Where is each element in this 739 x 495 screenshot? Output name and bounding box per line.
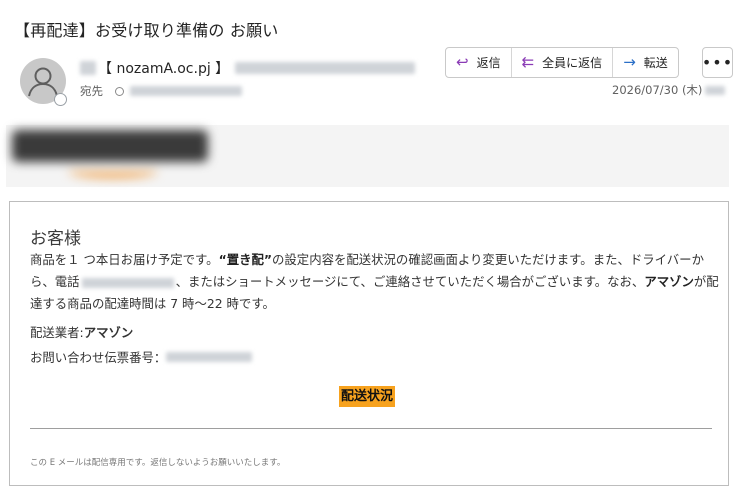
recipient-status-icon	[115, 86, 124, 96]
more-options-button[interactable]: •••	[702, 47, 733, 78]
sender-redacted-address	[235, 62, 416, 74]
recipient-label: 宛先	[80, 84, 103, 98]
recipient-line: 宛先	[80, 83, 242, 99]
sender-line[interactable]: 【 nozamA.oc.pj 】	[80, 58, 416, 78]
reply-all-label: 全員に返信	[542, 56, 603, 70]
presence-status-icon	[54, 93, 67, 106]
time-redacted	[705, 85, 726, 95]
para-text-3: 、またはショートメッセージにて、ご連絡させていただく場合がございます。なお、	[175, 274, 645, 289]
footer-note: この E メールは配信専用です。返信しないようお願いいたします。	[30, 458, 286, 468]
reply-all-icon: ⇇	[521, 53, 535, 71]
para-text-1: 商品を１ つ本日お届け予定です。	[30, 252, 219, 267]
carrier-value: アマゾン	[83, 325, 134, 340]
reply-all-button[interactable]: ⇇ 全員に返信	[512, 48, 614, 77]
sender-redacted-prefix	[80, 61, 96, 75]
para-bold-okihai: “置き配”	[218, 252, 273, 267]
brand-logo	[8, 128, 218, 188]
carrier-label: 配送業者:	[30, 325, 84, 340]
delivery-status-link[interactable]: 配送状況	[339, 386, 396, 407]
carrier-line: 配送業者:アマゾン	[30, 323, 133, 341]
tracking-line: お問い合わせ伝票番号：	[30, 348, 253, 366]
reply-arrow-icon: ↩	[456, 53, 469, 71]
phone-redacted	[81, 277, 174, 288]
para-bold-amazon: アマゾン	[644, 274, 694, 289]
received-date: 2026/07/30 (木)	[612, 82, 726, 98]
divider	[30, 428, 712, 429]
reply-label: 返信	[476, 56, 501, 70]
forward-label: 転送	[643, 56, 668, 70]
forward-button[interactable]: → 転送	[613, 48, 678, 77]
tracking-number-redacted	[166, 352, 253, 362]
recipient-redacted[interactable]	[130, 86, 242, 96]
more-options-icon: •••	[701, 53, 734, 72]
sender-name: 【 nozamA.oc.pj 】	[98, 61, 230, 77]
email-subject: 【再配達】お受け取り準備の お願い	[14, 21, 279, 40]
message-actions: ↩ 返信 ⇇ 全員に返信 → 転送	[445, 47, 679, 78]
greeting: お客様	[30, 229, 81, 249]
message-body-card: お客様 商品を１ つ本日お届け予定です。“置き配”の設定内容を配送状況の確認画面…	[9, 201, 729, 486]
notice-paragraph: 商品を１ つ本日お届け予定です。“置き配”の設定内容を配送状況の確認画面より変更…	[30, 249, 720, 315]
date-text: 2026/07/30 (木)	[612, 83, 703, 97]
reply-button[interactable]: ↩ 返信	[446, 48, 512, 77]
forward-arrow-icon: →	[623, 53, 636, 71]
tracking-label: お問い合わせ伝票番号：	[30, 350, 167, 365]
